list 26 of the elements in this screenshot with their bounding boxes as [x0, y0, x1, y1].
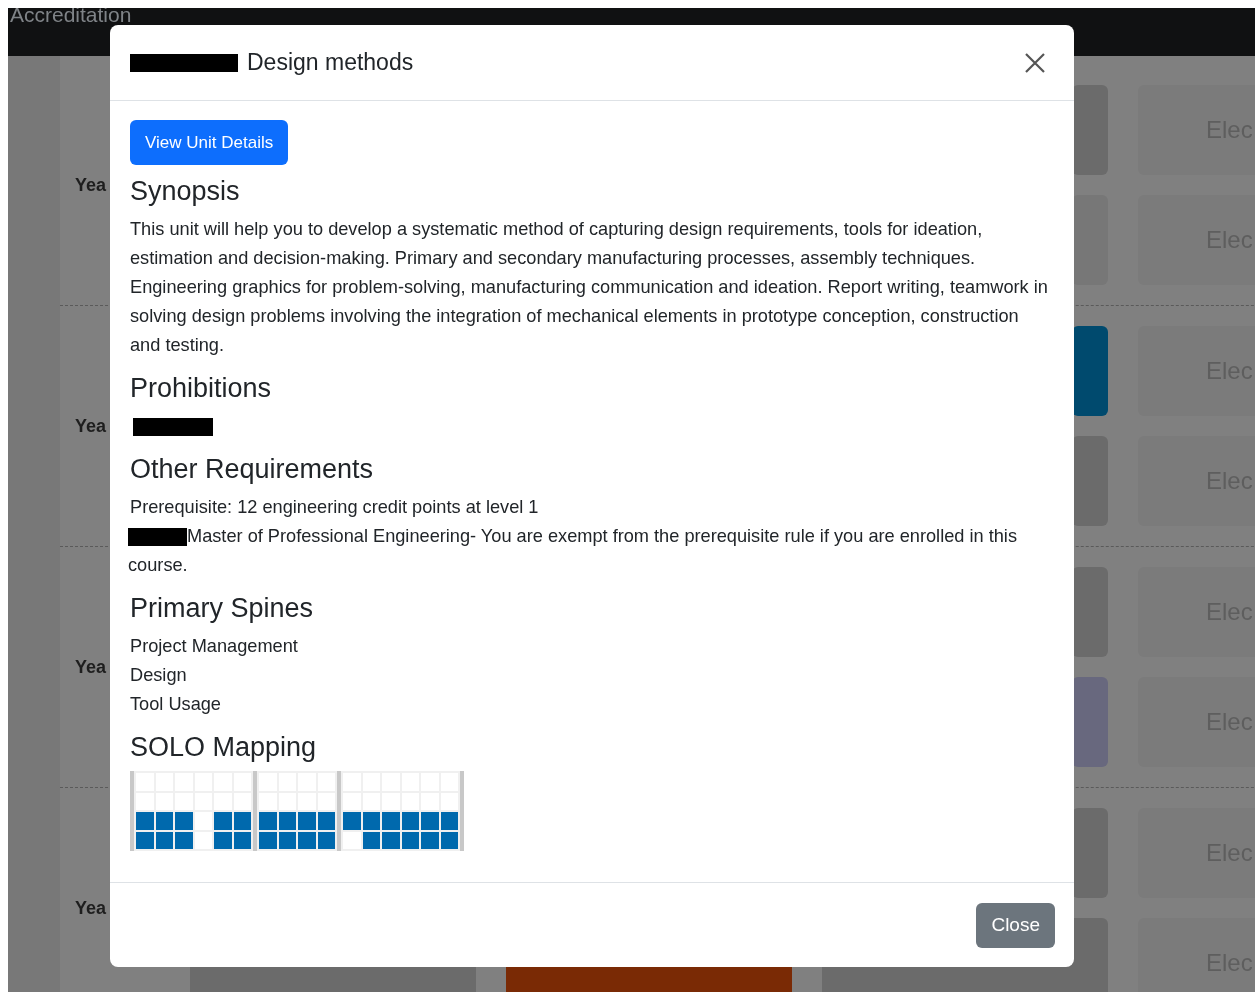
year-label: Yea — [74, 415, 107, 437]
view-details-button[interactable]: View Unit Details — [130, 120, 289, 165]
body-text: Prerequisite: 12 engineering credit points at level 1 — [130, 497, 539, 517]
unit-card[interactable] — [1072, 326, 1108, 416]
unit-card[interactable] — [1072, 677, 1108, 767]
body-text: Project Management — [130, 636, 298, 656]
body-text: Master of Professional Engineering- You are exempt from the prerequisite rule if you are enrolled in this course. — [128, 526, 1017, 575]
unit-card[interactable] — [1072, 436, 1108, 526]
unit-card[interactable] — [1072, 85, 1108, 175]
modal-title: Design methods — [247, 49, 414, 76]
body-text: Tool Usage — [130, 694, 221, 714]
close-icon[interactable] — [1024, 51, 1046, 74]
year-label: Yea — [74, 897, 107, 919]
section-heading: Other Requirements — [130, 453, 375, 485]
unit-card[interactable] — [1072, 195, 1108, 285]
section-heading: Prohibitions — [130, 372, 273, 404]
unit-card[interactable] — [1072, 567, 1108, 657]
year-label: Yea — [74, 174, 107, 196]
body-text: This unit will help you to develop a systematic method of capturing design requirements, tools for ideation, estimation and decision-making. Primary and secondary manufacturing processes, assembly techniques. Engineering graphics for problem-solving, manufacturing communication and ideation. Report writing, teamwork in solving design problems involving the integration of mechanical elements in prototype conception, construction and testing. — [130, 219, 1048, 355]
close-button[interactable]: Close — [976, 902, 1055, 948]
unit-card[interactable] — [1072, 808, 1108, 898]
section-heading: Synopsis — [130, 175, 241, 207]
section-heading: Primary Spines — [130, 592, 315, 624]
section-heading: SOLO Mapping — [130, 731, 318, 763]
body-text: Design — [130, 665, 187, 685]
year-label: Yea — [74, 656, 107, 678]
